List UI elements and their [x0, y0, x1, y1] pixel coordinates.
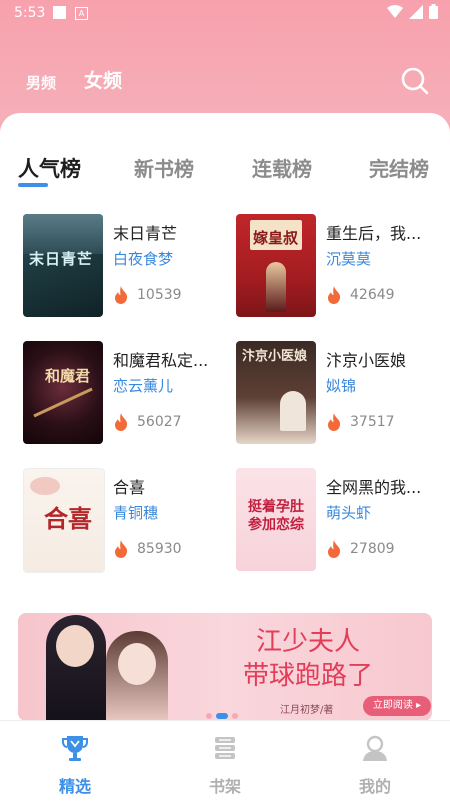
banner-female-face [118, 643, 156, 685]
cover-title-text: 合喜 [44, 504, 92, 533]
cover-title-text: 和魔君 [45, 367, 91, 385]
popularity-count: 56027 [137, 414, 182, 430]
status-right-icons [387, 4, 438, 19]
read-now-button[interactable]: 立即阅读 ▸ [363, 696, 431, 716]
cover-title-text: 嫁皇叔 [253, 229, 299, 247]
book-popularity: 37517 [326, 413, 395, 431]
flame-icon [115, 286, 128, 304]
popularity-count: 10539 [137, 287, 182, 303]
book-author[interactable]: 白夜食梦 [113, 248, 173, 269]
book-item[interactable]: 和魔君 和魔君私定... 恋云薰儿 56027 [23, 341, 228, 446]
tab-serializing[interactable]: 连载榜 [252, 153, 312, 182]
rank-tabs: 人气榜 新书榜 连载榜 完结榜 [18, 153, 448, 193]
book-author[interactable]: 沉莫莫 [326, 248, 371, 269]
flame-icon [328, 540, 341, 558]
book-popularity: 42649 [326, 286, 395, 304]
book-popularity: 10539 [113, 286, 182, 304]
wifi-icon [387, 4, 403, 18]
book-item[interactable]: 末日青芒 末日青芒 白夜食梦 10539 [23, 214, 228, 319]
cover-title-text: 挺着孕肚参加恋综 [248, 499, 304, 533]
tab-male[interactable]: 男频 [26, 72, 56, 93]
cover-figure [266, 262, 286, 312]
tab-completed[interactable]: 完结榜 [369, 153, 429, 182]
book-title: 末日青芒 [113, 224, 178, 243]
book-item[interactable]: 嫁皇叔 重生后，我... 沉莫莫 42649 [236, 214, 441, 319]
popularity-count: 37517 [350, 414, 395, 430]
nav-label: 精选 [58, 777, 91, 796]
banner-pagination-dots [206, 713, 238, 719]
popularity-count: 42649 [350, 287, 395, 303]
book-item[interactable]: 汴京小医娘 汴京小医娘 姒锦 37517 [236, 341, 441, 446]
nav-profile[interactable]: 我的 [335, 731, 415, 796]
popularity-count: 27809 [350, 541, 395, 557]
cover-title-text: 汴京小医娘 [242, 349, 308, 364]
flame-icon [115, 540, 128, 558]
nav-label: 书架 [208, 777, 241, 796]
book-title: 汴京小医娘 [326, 351, 407, 370]
book-item[interactable]: 挺着孕肚参加恋综 全网黑的我... 萌头虾 27809 [236, 468, 441, 573]
popularity-count: 85930 [137, 541, 182, 557]
book-cover[interactable]: 和魔君 [23, 341, 103, 444]
battery-icon [429, 4, 438, 19]
book-author[interactable]: 恋云薰儿 [113, 375, 173, 396]
banner-title-line1: 江少夫人 [255, 627, 360, 657]
book-cover[interactable]: 合喜 [23, 468, 105, 573]
banner-male-face [56, 625, 94, 667]
book-title: 重生后，我... [326, 224, 422, 243]
bottom-nav: 精选 书架 我的 [0, 720, 450, 801]
book-author[interactable]: 萌头虾 [326, 502, 371, 523]
banner-title: 江少夫人 带球跑路了 [208, 625, 408, 693]
status-a-icon: A [75, 7, 88, 20]
book-cover[interactable]: 挺着孕肚参加恋综 [236, 468, 316, 571]
book-cover[interactable]: 末日青芒 [23, 214, 103, 317]
nav-featured[interactable]: 精选 [35, 731, 115, 796]
active-tab-indicator [18, 183, 48, 187]
cover-figure [280, 391, 306, 431]
promo-banner[interactable]: 江少夫人 带球跑路了 江月初梦/著 立即阅读 ▸ [18, 613, 432, 721]
banner-author: 江月初梦/著 [280, 705, 334, 716]
bookshelf-icon [215, 737, 235, 759]
book-title: 和魔君私定... [113, 351, 209, 370]
tab-new-books[interactable]: 新书榜 [134, 153, 194, 182]
banner-title-line2: 带球跑路了 [242, 661, 373, 691]
flame-icon [328, 286, 341, 304]
notification-square-icon [53, 6, 66, 19]
cover-ornament [33, 387, 93, 418]
cover-title-text: 末日青芒 [29, 250, 94, 268]
tab-female[interactable]: 女频 [84, 66, 122, 93]
book-cover[interactable]: 嫁皇叔 [236, 214, 316, 317]
user-icon [363, 735, 387, 761]
book-cover[interactable]: 汴京小医娘 [236, 341, 316, 444]
nav-label: 我的 [358, 777, 391, 796]
book-item[interactable]: 合喜 合喜 青铜穗 85930 [23, 468, 228, 573]
nav-bookshelf[interactable]: 书架 [185, 731, 265, 796]
book-author[interactable]: 姒锦 [326, 375, 356, 396]
book-popularity: 56027 [113, 413, 182, 431]
flame-icon [328, 413, 341, 431]
signal-icon [409, 4, 423, 19]
search-icon[interactable] [400, 66, 430, 96]
book-popularity: 27809 [326, 540, 395, 558]
trophy-icon [62, 736, 88, 761]
book-title: 合喜 [113, 478, 146, 497]
book-title: 全网黑的我... [326, 478, 422, 497]
tab-popular[interactable]: 人气榜 [18, 153, 81, 183]
book-popularity: 85930 [113, 540, 182, 558]
status-time: 5:53 [14, 5, 46, 21]
cover-flower [30, 477, 60, 495]
book-author[interactable]: 青铜穗 [113, 502, 158, 523]
flame-icon [115, 413, 128, 431]
status-bar: 5:53 A [0, 0, 450, 28]
gender-tabs: 男频 女频 [26, 66, 122, 93]
